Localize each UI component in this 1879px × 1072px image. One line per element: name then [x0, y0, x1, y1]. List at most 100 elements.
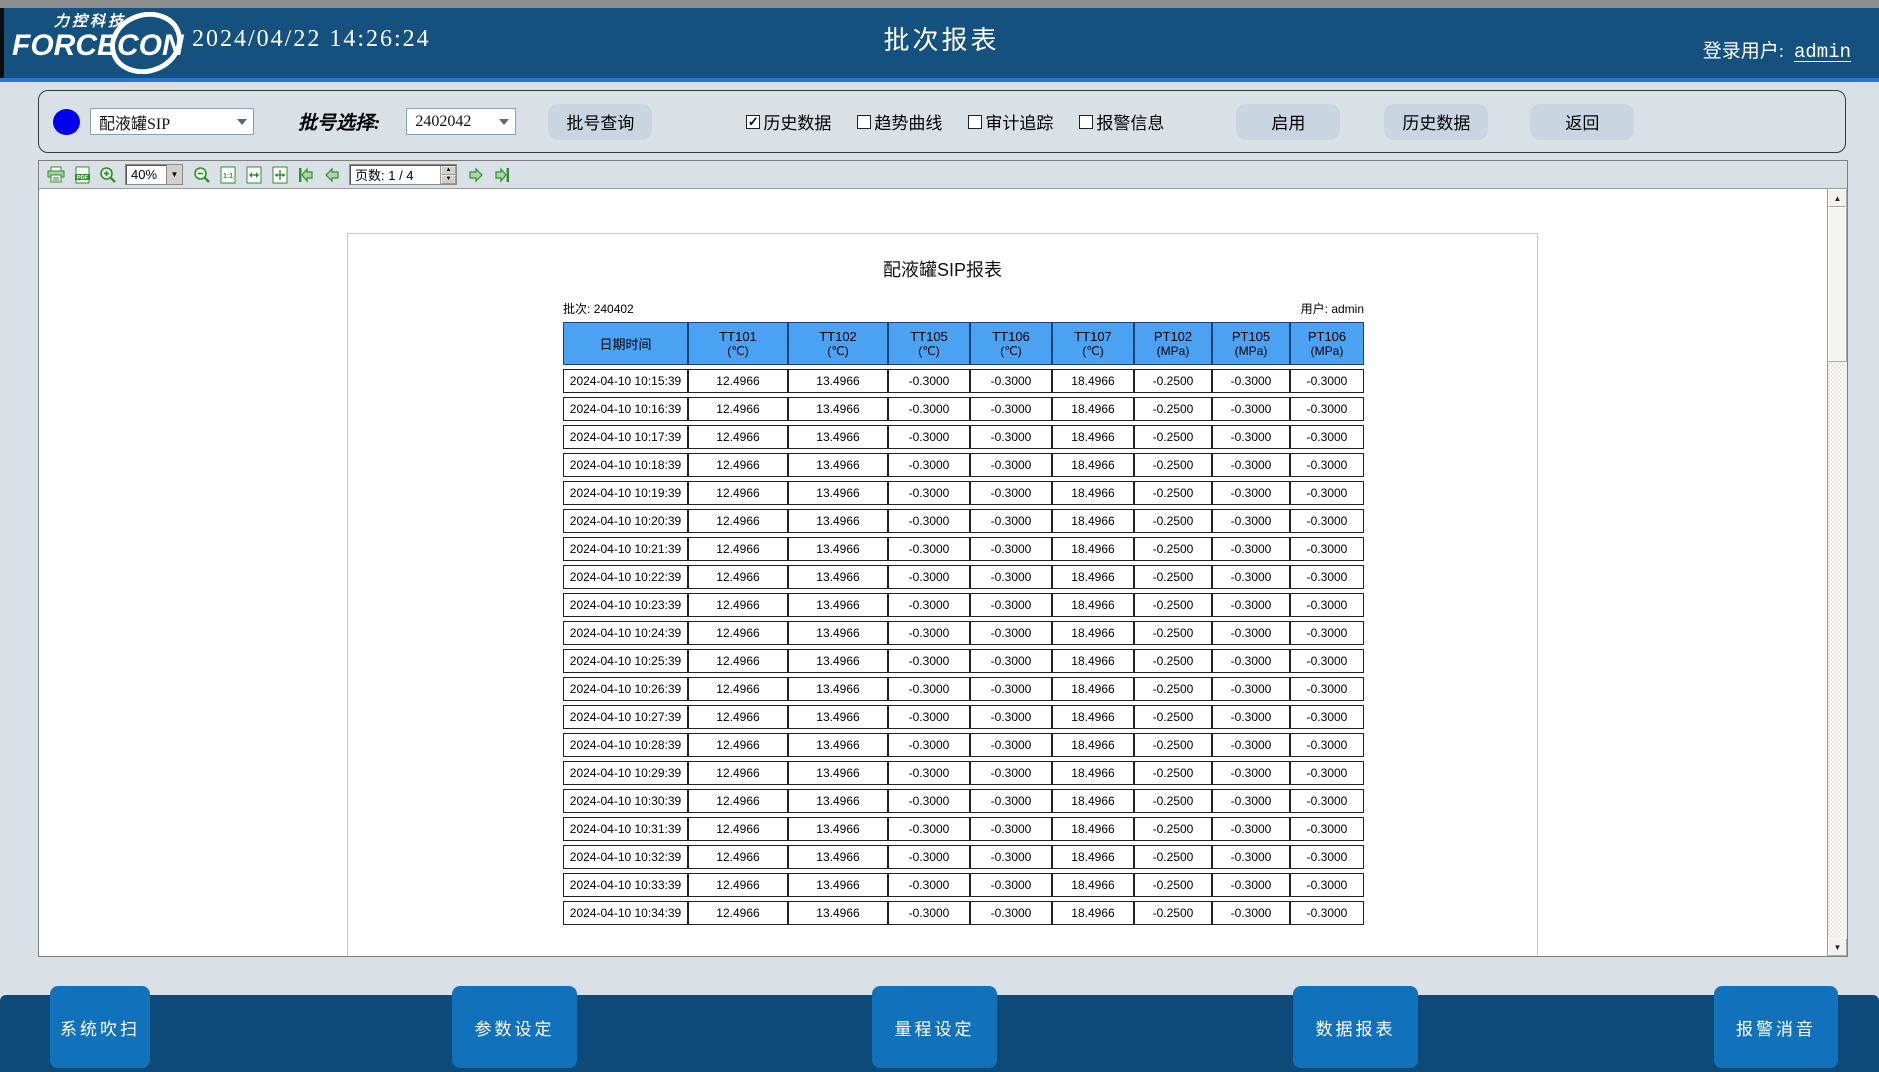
batch-select[interactable]: 2402042: [406, 108, 516, 135]
table-row: 2024-04-10 10:16:3912.496613.4966-0.3000…: [563, 397, 1364, 421]
table-cell: -0.3000: [970, 593, 1052, 617]
table-cell: 12.4966: [688, 621, 788, 645]
first-page-icon[interactable]: [295, 165, 317, 185]
table-cell: -0.3000: [1212, 397, 1290, 421]
next-page-icon[interactable]: [465, 165, 487, 185]
page-spinner-buttons[interactable]: ▲▼: [440, 166, 456, 184]
table-cell: -0.3000: [1290, 565, 1364, 589]
table-cell: 12.4966: [688, 425, 788, 449]
enable-button[interactable]: 启用: [1236, 104, 1340, 140]
table-cell: -0.3000: [1212, 761, 1290, 785]
checkbox-box[interactable]: [1079, 115, 1093, 129]
zoom-select-dropdown-button[interactable]: ▼: [166, 165, 182, 184]
spin-down-icon[interactable]: ▼: [441, 175, 456, 184]
checkbox-box[interactable]: [968, 115, 982, 129]
table-cell: -0.3000: [1290, 733, 1364, 757]
report-user-label: 用户:: [1301, 302, 1328, 316]
page-number-spinner[interactable]: 页数: 1 / 4 ▲▼: [349, 164, 457, 185]
svg-text:1:1: 1:1: [223, 173, 233, 180]
zoom-in-icon[interactable]: [97, 165, 119, 185]
table-cell: 2024-04-10 10:20:39: [563, 509, 688, 533]
checkbox-history-data[interactable]: ✓ 历史数据: [746, 109, 831, 134]
device-select[interactable]: 配液罐SIP: [90, 108, 254, 135]
header-divider: [0, 78, 1879, 82]
chevron-down-icon: [499, 119, 509, 125]
report-table: 日期时间TT101(℃)TT102(℃)TT105(℃)TT106(℃)TT10…: [563, 318, 1364, 929]
scroll-down-icon[interactable]: ▼: [1828, 938, 1847, 956]
table-cell: 18.4966: [1052, 593, 1134, 617]
table-cell: -0.2500: [1134, 537, 1212, 561]
actual-size-icon[interactable]: 1:1: [217, 165, 239, 185]
table-cell: 18.4966: [1052, 509, 1134, 533]
scrollbar-thumb[interactable]: [1828, 207, 1847, 362]
table-cell: -0.3000: [1212, 649, 1290, 673]
checkbox-box[interactable]: [857, 115, 871, 129]
vertical-scrollbar[interactable]: ▲ ▼: [1828, 189, 1847, 956]
table-header-cell: PT106(MPa): [1290, 322, 1364, 365]
login-user-label: 登录用户:: [1703, 41, 1784, 62]
table-cell: 12.4966: [688, 649, 788, 673]
table-cell: -0.3000: [888, 789, 970, 813]
table-cell: -0.3000: [1212, 845, 1290, 869]
table-cell: 12.4966: [688, 901, 788, 925]
table-cell: -0.3000: [1212, 453, 1290, 477]
table-cell: -0.3000: [970, 817, 1052, 841]
export-pdf-icon[interactable]: PDF: [71, 165, 93, 185]
alarm-mute-button[interactable]: 报警消音: [1714, 986, 1838, 1068]
fit-width-icon[interactable]: [243, 165, 265, 185]
table-cell: 12.4966: [688, 761, 788, 785]
table-cell: 2024-04-10 10:26:39: [563, 677, 688, 701]
table-cell: 2024-04-10 10:31:39: [563, 817, 688, 841]
history-data-button[interactable]: 历史数据: [1384, 104, 1488, 140]
system-purge-button[interactable]: 系统吹扫: [50, 986, 150, 1068]
checkbox-label: 审计追踪: [985, 109, 1053, 134]
checkbox-group: ✓ 历史数据 趋势曲线 审计追踪 报警信息: [746, 109, 1190, 134]
table-cell: 12.4966: [688, 705, 788, 729]
table-cell: -0.3000: [970, 453, 1052, 477]
parameter-setting-button[interactable]: 参数设定: [452, 986, 577, 1068]
table-row: 2024-04-10 10:25:3912.496613.4966-0.3000…: [563, 649, 1364, 673]
table-cell: -0.2500: [1134, 845, 1212, 869]
report-batch-value: 240402: [594, 302, 634, 316]
table-row: 2024-04-10 10:23:3912.496613.4966-0.3000…: [563, 593, 1364, 617]
table-row: 2024-04-10 10:27:3912.496613.4966-0.3000…: [563, 705, 1364, 729]
table-cell: -0.2500: [1134, 621, 1212, 645]
table-cell: -0.3000: [1212, 733, 1290, 757]
zoom-out-icon[interactable]: [191, 165, 213, 185]
table-cell: -0.3000: [888, 565, 970, 589]
back-button[interactable]: 返回: [1530, 104, 1634, 140]
table-cell: 12.4966: [688, 397, 788, 421]
scrollbar-track[interactable]: [1828, 362, 1847, 938]
query-toolbar: 配液罐SIP 批号选择: 2402042 批号查询 ✓ 历史数据 趋势曲线 审计…: [38, 90, 1846, 153]
table-cell: 2024-04-10 10:34:39: [563, 901, 688, 925]
table-row: 2024-04-10 10:15:3912.496613.4966-0.3000…: [563, 369, 1364, 393]
checkbox-box[interactable]: ✓: [746, 115, 760, 129]
checkbox-trend-curve[interactable]: 趋势曲线: [857, 109, 942, 134]
range-setting-button[interactable]: 量程设定: [872, 986, 997, 1068]
table-row: 2024-04-10 10:18:3912.496613.4966-0.3000…: [563, 453, 1364, 477]
table-cell: -0.3000: [888, 425, 970, 449]
checkbox-alarm-info[interactable]: 报警信息: [1079, 109, 1164, 134]
spin-up-icon[interactable]: ▲: [441, 166, 456, 175]
table-cell: 2024-04-10 10:28:39: [563, 733, 688, 757]
login-user: 登录用户:admin: [1703, 36, 1861, 63]
table-cell: -0.3000: [888, 369, 970, 393]
table-cell: 12.4966: [688, 453, 788, 477]
table-cell: 2024-04-10 10:25:39: [563, 649, 688, 673]
table-cell: -0.2500: [1134, 369, 1212, 393]
table-cell: 12.4966: [688, 817, 788, 841]
batch-query-button[interactable]: 批号查询: [548, 104, 652, 140]
table-cell: 2024-04-10 10:16:39: [563, 397, 688, 421]
table-row: 2024-04-10 10:26:3912.496613.4966-0.3000…: [563, 677, 1364, 701]
scroll-up-icon[interactable]: ▲: [1828, 189, 1847, 207]
zoom-level-select[interactable]: 40% ▼: [125, 164, 183, 185]
fit-page-icon[interactable]: [269, 165, 291, 185]
checkbox-audit-trail[interactable]: 审计追踪: [968, 109, 1053, 134]
table-cell: -0.2500: [1134, 677, 1212, 701]
table-cell: -0.3000: [1212, 873, 1290, 897]
prev-page-icon[interactable]: [321, 165, 343, 185]
table-cell: -0.2500: [1134, 789, 1212, 813]
print-icon[interactable]: [45, 165, 67, 185]
last-page-icon[interactable]: [491, 165, 513, 185]
data-report-button[interactable]: 数据报表: [1293, 986, 1418, 1068]
